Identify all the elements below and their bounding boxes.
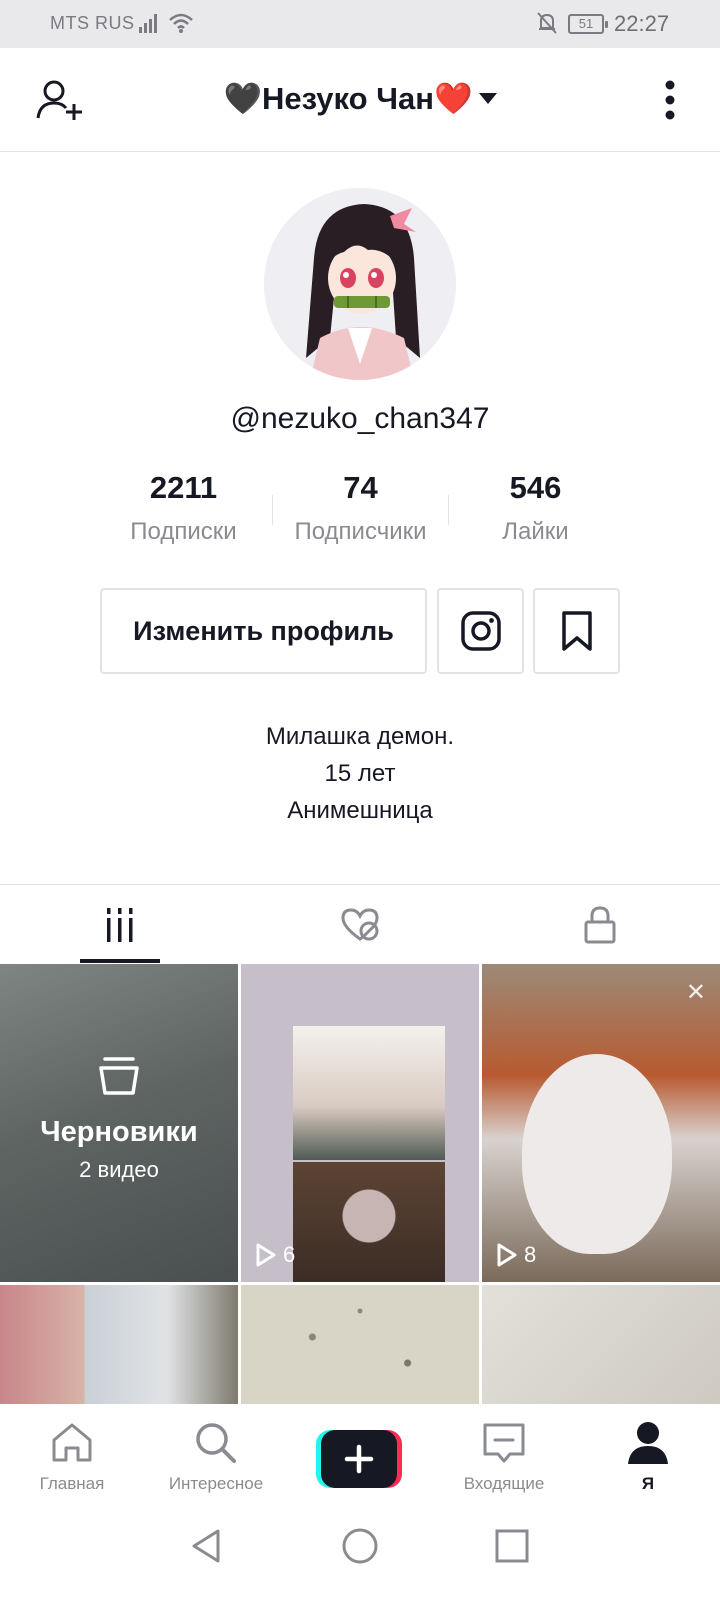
home-icon	[52, 1423, 92, 1462]
avatar-image	[264, 188, 456, 380]
profile-icon	[628, 1422, 668, 1464]
bio-line: 15 лет	[324, 760, 396, 787]
drafts-icon	[99, 1057, 139, 1095]
battery-icon: 51	[568, 14, 608, 34]
drafts-count: 2 видео	[79, 1157, 159, 1182]
chevron-down-icon	[478, 93, 497, 104]
tab-private[interactable]	[480, 885, 720, 965]
nav-home-label: Главная	[39, 1474, 105, 1493]
nav-inbox-label: Входящие	[463, 1474, 545, 1493]
video-thumbnail[interactable]	[241, 1285, 479, 1404]
video-thumbnail[interactable]	[482, 1285, 720, 1404]
account-switcher[interactable]: 🖤Незуко Чан❤️	[0, 80, 720, 117]
favorites-button[interactable]	[533, 588, 620, 674]
avatar[interactable]	[264, 188, 456, 380]
nav-home[interactable]: Главная	[0, 1404, 144, 1504]
drafts-title: Черновики	[40, 1116, 198, 1148]
video-thumbnail[interactable]: 6	[241, 964, 479, 1282]
view-count: 6	[255, 1242, 295, 1268]
back-icon[interactable]	[186, 1526, 226, 1566]
tab-videos[interactable]	[0, 885, 240, 965]
video-grid: Черновики 2 видео 6 ✕ 8	[0, 964, 720, 1404]
bio-line: Милашка демон.	[265, 723, 455, 750]
bio-line: Анимешница	[287, 797, 433, 824]
content-tabs	[0, 884, 720, 964]
followers-count: 74	[343, 470, 378, 505]
thumbnail-image	[522, 1054, 672, 1254]
followers-label: Подписчики	[294, 518, 427, 545]
nav-inbox[interactable]: Входящие	[432, 1404, 576, 1504]
carrier-name: MTS RUS	[50, 13, 135, 33]
nav-discover[interactable]: Интересное	[144, 1404, 288, 1504]
video-thumbnail[interactable]: ✕ 8	[482, 964, 720, 1282]
active-tab-indicator	[80, 959, 160, 963]
nav-me-label: Я	[641, 1474, 655, 1493]
tab-liked[interactable]	[240, 885, 480, 965]
username: @nezuko_chan347	[230, 402, 490, 435]
lock-icon	[584, 906, 616, 944]
more-options-icon[interactable]	[664, 80, 676, 120]
system-navigation	[0, 1504, 720, 1600]
battery-level: 51	[578, 16, 594, 31]
edit-profile-button[interactable]: Изменить профиль	[100, 588, 427, 674]
instagram-button[interactable]	[437, 588, 524, 674]
home-circle-icon[interactable]	[340, 1526, 380, 1566]
drafts-overlay: Черновики 2 видео	[0, 1056, 238, 1183]
thumbnail-image	[293, 1026, 445, 1160]
nav-discover-label: Интересное	[168, 1474, 264, 1493]
likes-label: Лайки	[502, 518, 569, 545]
notifications-muted-icon	[537, 12, 557, 34]
grid-icon	[107, 908, 133, 942]
bottom-navigation: Главная Интересное Входящие Я	[0, 1404, 720, 1504]
instagram-icon	[460, 611, 501, 651]
play-icon	[497, 1243, 517, 1267]
view-count-value: 8	[524, 1242, 537, 1267]
recent-apps-icon[interactable]	[492, 1526, 532, 1566]
likes-count: 546	[509, 470, 562, 505]
profile-bio: Милашка демон. 15 лет Анимешница	[0, 718, 720, 829]
followers-stat[interactable]: 74 Подписчики	[273, 470, 448, 546]
clock: 22:27	[614, 11, 670, 36]
hidden-likes-icon	[341, 908, 379, 941]
nav-me[interactable]: Я	[576, 1404, 720, 1504]
following-stat[interactable]: 2211 Подписки	[96, 470, 271, 546]
view-count-value: 6	[283, 1242, 296, 1267]
likes-stat[interactable]: 546 Лайки	[448, 470, 623, 546]
profile-header: 🖤Незуко Чан❤️	[0, 48, 720, 152]
bookmark-icon	[561, 611, 592, 651]
following-count: 2211	[149, 470, 218, 505]
create-video-button[interactable]	[316, 1430, 402, 1488]
wifi-icon	[169, 13, 193, 33]
inbox-icon	[483, 1423, 525, 1463]
drafts-tile[interactable]: Черновики 2 видео	[0, 964, 238, 1282]
search-icon	[196, 1423, 236, 1463]
status-bar: MTS RUS 51 22:27	[0, 0, 720, 48]
signal-icon	[139, 14, 157, 33]
thumbnail-image	[293, 1162, 445, 1282]
view-count: 8	[496, 1242, 536, 1268]
following-label: Подписки	[130, 518, 237, 545]
account-name: 🖤Незуко Чан❤️	[223, 81, 473, 116]
video-thumbnail[interactable]	[0, 1285, 238, 1404]
close-icon: ✕	[685, 979, 706, 1006]
play-icon	[256, 1243, 276, 1267]
